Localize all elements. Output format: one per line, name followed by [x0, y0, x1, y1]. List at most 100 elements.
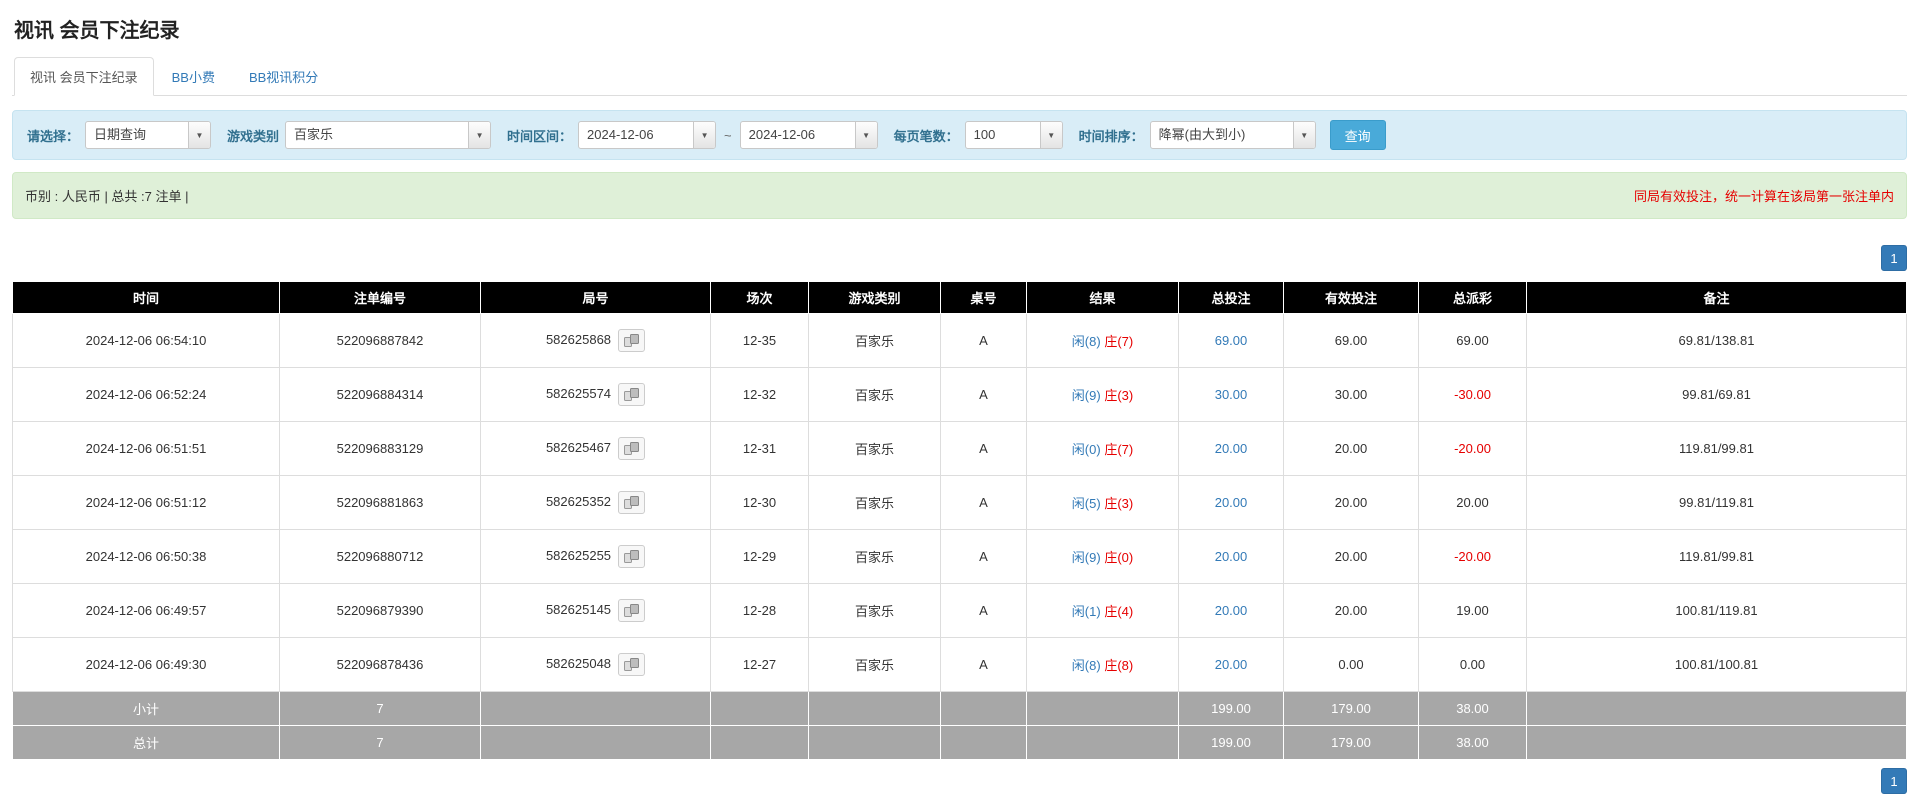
- cell-payout: 69.00: [1419, 314, 1527, 368]
- table-row: 2024-12-06 06:51:51 522096883129 5826254…: [13, 422, 1907, 476]
- cell-result: 闲(1) 庄(4): [1027, 584, 1179, 638]
- tab-bar: 视讯 会员下注纪录BB小费BB视讯积分: [12, 57, 1907, 96]
- cell-total-bet: 20.00: [1179, 422, 1284, 476]
- cell-table-no: A: [941, 368, 1027, 422]
- bet-records-table: 时间注单编号局号场次游戏类别桌号结果总投注有效投注总派彩备注 2024-12-0…: [12, 281, 1907, 760]
- round-detail-button[interactable]: [618, 329, 645, 352]
- subtotal-row: 小计 7 199.00 179.00 38.00: [13, 692, 1907, 726]
- game-type-value: 百家乐: [286, 122, 468, 148]
- cell-result: 闲(0) 庄(7): [1027, 422, 1179, 476]
- total-bet-link[interactable]: 20.00: [1215, 495, 1248, 510]
- cell-round-id: 582625048: [481, 638, 711, 692]
- round-detail-button[interactable]: [618, 437, 645, 460]
- cards-icon: [624, 388, 639, 401]
- cell-order-id: 522096880712: [280, 530, 481, 584]
- select-label: 请选择：: [27, 126, 79, 145]
- result-player: 闲(9): [1072, 550, 1101, 565]
- total-bet-link[interactable]: 69.00: [1215, 333, 1248, 348]
- tab-0[interactable]: 视讯 会员下注纪录: [14, 57, 154, 96]
- result-banker: 庄(4): [1104, 604, 1133, 619]
- cell-round-id: 582625868: [481, 314, 711, 368]
- round-detail-button[interactable]: [618, 491, 645, 514]
- filter-bar: 请选择： 日期查询 ▼ 游戏类别 百家乐 ▼ 时间区间： 2024-12-06 …: [12, 110, 1907, 160]
- round-detail-button[interactable]: [618, 383, 645, 406]
- page-size-select[interactable]: 100 ▼: [965, 121, 1063, 149]
- column-header: 场次: [711, 282, 809, 314]
- sort-select[interactable]: 降幂(由大到小) ▼: [1150, 121, 1316, 149]
- query-type-select[interactable]: 日期查询 ▼: [85, 121, 211, 149]
- column-header: 有效投注: [1284, 282, 1419, 314]
- cell-order-id: 522096887842: [280, 314, 481, 368]
- total-bet-link[interactable]: 30.00: [1215, 387, 1248, 402]
- total-bet-link[interactable]: 20.00: [1215, 657, 1248, 672]
- cell-session: 12-27: [711, 638, 809, 692]
- round-detail-button[interactable]: [618, 599, 645, 622]
- cell-session: 12-35: [711, 314, 809, 368]
- page-button[interactable]: 1: [1881, 245, 1907, 271]
- round-detail-button[interactable]: [618, 653, 645, 676]
- cell-round-id: 582625574: [481, 368, 711, 422]
- date-from-value: 2024-12-06: [579, 122, 693, 148]
- game-type-label: 游戏类别: [227, 126, 279, 145]
- chevron-down-icon[interactable]: ▼: [1040, 122, 1062, 148]
- table-row: 2024-12-06 06:51:12 522096881863 5826253…: [13, 476, 1907, 530]
- cell-round-id: 582625255: [481, 530, 711, 584]
- subtotal-label: 小计: [13, 692, 280, 726]
- game-type-select[interactable]: 百家乐 ▼: [285, 121, 491, 149]
- cell-game-type: 百家乐: [809, 476, 941, 530]
- chevron-down-icon[interactable]: ▼: [468, 122, 490, 148]
- total-bet-link[interactable]: 20.00: [1215, 549, 1248, 564]
- result-player: 闲(1): [1072, 604, 1101, 619]
- cell-total-bet: 20.00: [1179, 584, 1284, 638]
- cards-icon: [624, 334, 639, 347]
- round-id-text: 582625574: [546, 386, 611, 401]
- cell-total-bet: 69.00: [1179, 314, 1284, 368]
- cell-note: 100.81/119.81: [1527, 584, 1907, 638]
- cell-note: 119.81/99.81: [1527, 530, 1907, 584]
- total-bet-link[interactable]: 20.00: [1215, 603, 1248, 618]
- page-size-value: 100: [966, 122, 1040, 148]
- date-from-select[interactable]: 2024-12-06 ▼: [578, 121, 716, 149]
- total-bet-link[interactable]: 20.00: [1215, 441, 1248, 456]
- cell-payout: 19.00: [1419, 584, 1527, 638]
- column-header: 桌号: [941, 282, 1027, 314]
- round-id-text: 582625868: [546, 332, 611, 347]
- cell-total-bet: 30.00: [1179, 368, 1284, 422]
- cell-time: 2024-12-06 06:50:38: [13, 530, 280, 584]
- chevron-down-icon[interactable]: ▼: [693, 122, 715, 148]
- query-button[interactable]: 查询: [1330, 120, 1386, 150]
- cell-payout: 20.00: [1419, 476, 1527, 530]
- column-header: 时间: [13, 282, 280, 314]
- column-header: 备注: [1527, 282, 1907, 314]
- column-header: 局号: [481, 282, 711, 314]
- total-total-bet: 199.00: [1179, 726, 1284, 760]
- cell-table-no: A: [941, 530, 1027, 584]
- result-banker: 庄(7): [1104, 442, 1133, 457]
- cell-payout: 0.00: [1419, 638, 1527, 692]
- cell-game-type: 百家乐: [809, 368, 941, 422]
- subtotal-count: 7: [280, 692, 481, 726]
- page-size-label: 每页笔数：: [894, 126, 959, 145]
- page-button[interactable]: 1: [1881, 768, 1907, 794]
- cell-table-no: A: [941, 638, 1027, 692]
- cell-order-id: 522096881863: [280, 476, 481, 530]
- tab-2[interactable]: BB视讯积分: [233, 57, 334, 96]
- cards-icon: [624, 550, 639, 563]
- cell-round-id: 582625467: [481, 422, 711, 476]
- date-to-select[interactable]: 2024-12-06 ▼: [740, 121, 878, 149]
- cell-valid-bet: 30.00: [1284, 368, 1419, 422]
- cell-time: 2024-12-06 06:49:30: [13, 638, 280, 692]
- cards-icon: [624, 442, 639, 455]
- info-bar: 币别 : 人民币 | 总共 :7 注单 | 同局有效投注，统一计算在该局第一张注…: [12, 172, 1907, 219]
- date-to-value: 2024-12-06: [741, 122, 855, 148]
- tab-1[interactable]: BB小费: [156, 57, 231, 96]
- round-id-text: 582625255: [546, 548, 611, 563]
- round-detail-button[interactable]: [618, 545, 645, 568]
- chevron-down-icon[interactable]: ▼: [1293, 122, 1315, 148]
- chevron-down-icon[interactable]: ▼: [188, 122, 210, 148]
- cell-table-no: A: [941, 476, 1027, 530]
- cell-total-bet: 20.00: [1179, 638, 1284, 692]
- chevron-down-icon[interactable]: ▼: [855, 122, 877, 148]
- result-player: 闲(9): [1072, 388, 1101, 403]
- cell-time: 2024-12-06 06:49:57: [13, 584, 280, 638]
